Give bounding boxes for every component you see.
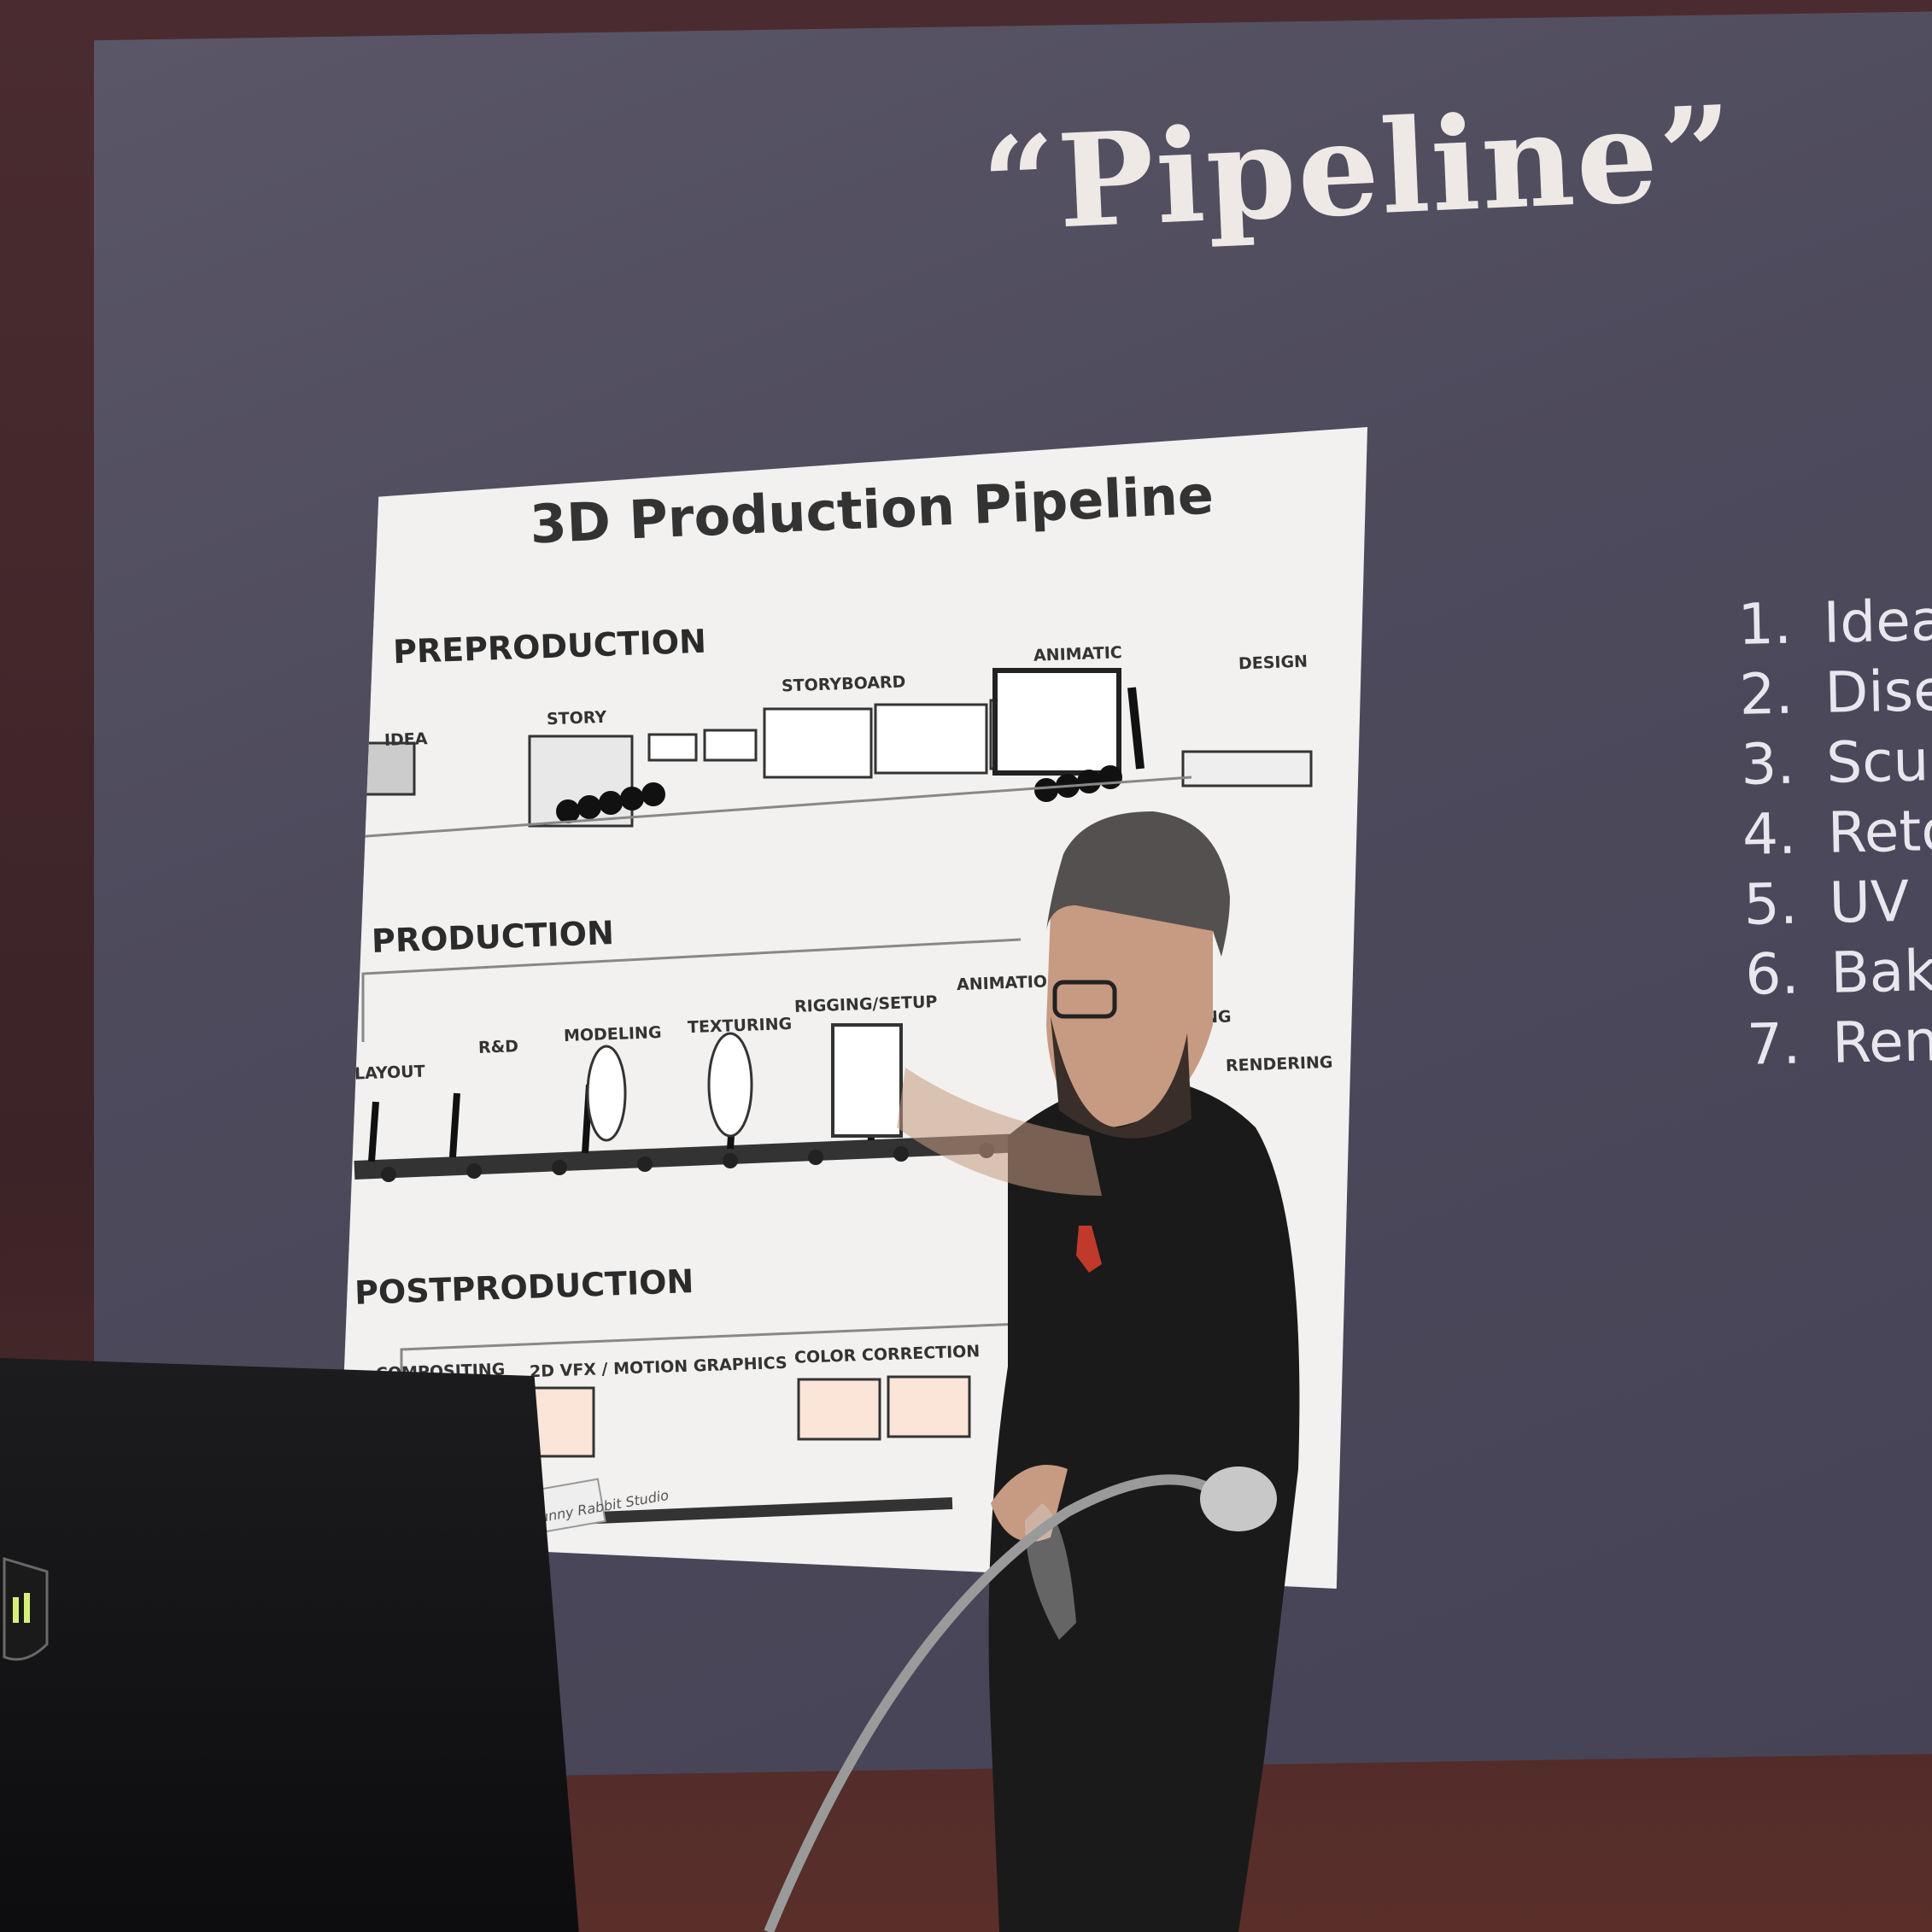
scene: “Pipeline” 1. Idea 2. Dise 3. Scu 4. Reto 5.… <box>0 0 1932 1932</box>
microphone-icon <box>1200 1467 1277 1531</box>
laptop <box>0 1358 581 1932</box>
shield-logo-icon <box>3 1556 49 1661</box>
